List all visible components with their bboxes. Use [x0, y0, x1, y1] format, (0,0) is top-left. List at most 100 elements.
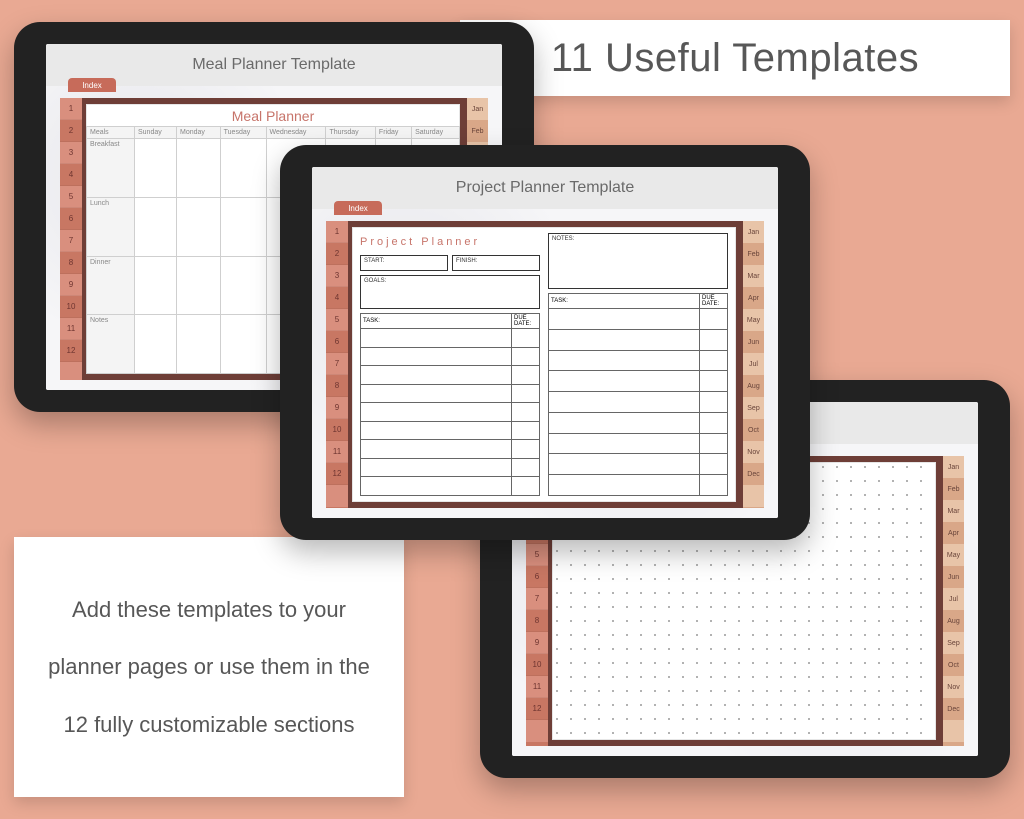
- number-tab[interactable]: 6: [326, 331, 348, 353]
- month-tab[interactable]: Sep: [943, 632, 964, 654]
- task-cell[interactable]: [549, 433, 700, 454]
- due-cell[interactable]: [700, 454, 728, 475]
- due-cell[interactable]: [700, 433, 728, 454]
- due-cell[interactable]: [512, 366, 540, 385]
- due-cell[interactable]: [700, 329, 728, 350]
- month-tab[interactable]: Apr: [743, 287, 764, 309]
- month-tab[interactable]: Jun: [943, 566, 964, 588]
- number-tab[interactable]: 12: [60, 340, 82, 362]
- task-cell[interactable]: [361, 440, 512, 459]
- goals-field[interactable]: GOALS:: [360, 275, 540, 309]
- meal-cell[interactable]: [177, 256, 221, 315]
- month-tab[interactable]: Jul: [743, 353, 764, 375]
- month-tab[interactable]: Mar: [943, 500, 964, 522]
- number-tab[interactable]: 12: [326, 463, 348, 485]
- number-tab[interactable]: 4: [326, 287, 348, 309]
- month-tab[interactable]: Aug: [743, 375, 764, 397]
- meal-cell[interactable]: [135, 139, 177, 198]
- number-tab[interactable]: 1: [326, 221, 348, 243]
- meal-cell[interactable]: [177, 197, 221, 256]
- month-tab[interactable]: May: [743, 309, 764, 331]
- month-tab[interactable]: Jan: [743, 221, 764, 243]
- task-cell[interactable]: [361, 458, 512, 477]
- month-tab[interactable]: May: [943, 544, 964, 566]
- meal-cell[interactable]: [177, 315, 221, 374]
- due-cell[interactable]: [700, 371, 728, 392]
- number-tab[interactable]: 10: [326, 419, 348, 441]
- task-cell[interactable]: [549, 329, 700, 350]
- number-tab[interactable]: 9: [526, 632, 548, 654]
- month-tab[interactable]: Feb: [743, 243, 764, 265]
- number-tab[interactable]: 10: [60, 296, 82, 318]
- number-tab[interactable]: 11: [60, 318, 82, 340]
- number-tab[interactable]: 10: [526, 654, 548, 676]
- task-cell[interactable]: [361, 403, 512, 422]
- due-cell[interactable]: [700, 309, 728, 330]
- meal-cell[interactable]: [135, 256, 177, 315]
- meal-cell[interactable]: [135, 315, 177, 374]
- number-tab[interactable]: 4: [60, 164, 82, 186]
- month-tab[interactable]: Oct: [743, 419, 764, 441]
- month-tab[interactable]: Jun: [743, 331, 764, 353]
- month-tab[interactable]: Jan: [943, 456, 964, 478]
- due-cell[interactable]: [700, 475, 728, 496]
- due-cell[interactable]: [512, 458, 540, 477]
- number-tab[interactable]: 11: [526, 676, 548, 698]
- number-tab[interactable]: 3: [326, 265, 348, 287]
- meal-cell[interactable]: [220, 197, 266, 256]
- number-tab[interactable]: 9: [326, 397, 348, 419]
- due-cell[interactable]: [512, 477, 540, 496]
- number-tab[interactable]: 5: [526, 544, 548, 566]
- index-tab[interactable]: Index: [334, 201, 382, 215]
- month-tab[interactable]: Jan: [467, 98, 488, 120]
- task-cell[interactable]: [549, 309, 700, 330]
- due-cell[interactable]: [512, 347, 540, 366]
- number-tab[interactable]: 9: [60, 274, 82, 296]
- number-tab[interactable]: 5: [326, 309, 348, 331]
- task-cell[interactable]: [361, 421, 512, 440]
- task-cell[interactable]: [361, 477, 512, 496]
- due-cell[interactable]: [512, 421, 540, 440]
- due-cell[interactable]: [512, 403, 540, 422]
- month-tab[interactable]: Nov: [943, 676, 964, 698]
- meal-cell[interactable]: [220, 139, 266, 198]
- task-cell[interactable]: [361, 329, 512, 348]
- task-cell[interactable]: [361, 366, 512, 385]
- month-tab[interactable]: Sep: [743, 397, 764, 419]
- number-tabs[interactable]: 123456789101112: [326, 221, 348, 508]
- month-tab[interactable]: Mar: [743, 265, 764, 287]
- number-tab[interactable]: 6: [60, 208, 82, 230]
- month-tabs[interactable]: JanFebMarAprMayJunJulAugSepOctNovDec: [740, 221, 764, 508]
- due-cell[interactable]: [512, 329, 540, 348]
- start-field[interactable]: START:: [360, 255, 448, 271]
- month-tab[interactable]: Aug: [943, 610, 964, 632]
- month-tab[interactable]: Oct: [943, 654, 964, 676]
- task-cell[interactable]: [549, 371, 700, 392]
- meal-cell[interactable]: [220, 256, 266, 315]
- index-tab[interactable]: Index: [68, 78, 116, 92]
- meal-cell[interactable]: [177, 139, 221, 198]
- number-tab[interactable]: 2: [60, 120, 82, 142]
- task-cell[interactable]: [549, 454, 700, 475]
- number-tab[interactable]: 3: [60, 142, 82, 164]
- number-tab[interactable]: 7: [60, 230, 82, 252]
- month-tab[interactable]: Feb: [943, 478, 964, 500]
- number-tab[interactable]: 12: [526, 698, 548, 720]
- number-tabs[interactable]: 123456789101112: [60, 98, 82, 380]
- month-tab[interactable]: Dec: [943, 698, 964, 720]
- due-cell[interactable]: [512, 384, 540, 403]
- meal-cell[interactable]: [135, 197, 177, 256]
- number-tab[interactable]: 8: [526, 610, 548, 632]
- month-tab[interactable]: Feb: [467, 120, 488, 142]
- finish-field[interactable]: FINISH:: [452, 255, 540, 271]
- number-tab[interactable]: 7: [526, 588, 548, 610]
- number-tab[interactable]: 2: [326, 243, 348, 265]
- number-tab[interactable]: 7: [326, 353, 348, 375]
- number-tab[interactable]: 6: [526, 566, 548, 588]
- task-cell[interactable]: [361, 347, 512, 366]
- task-table-left[interactable]: TASK: DUE DATE:: [360, 313, 540, 496]
- task-cell[interactable]: [361, 384, 512, 403]
- month-tab[interactable]: Nov: [743, 441, 764, 463]
- due-cell[interactable]: [700, 412, 728, 433]
- due-cell[interactable]: [700, 350, 728, 371]
